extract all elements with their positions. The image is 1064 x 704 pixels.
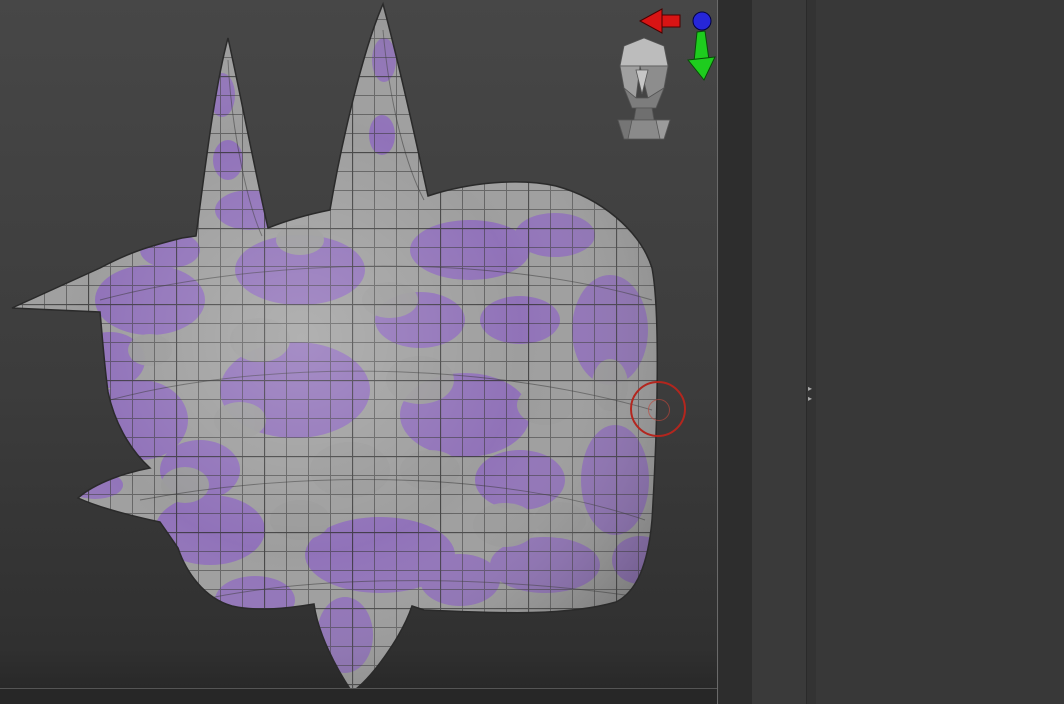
sculpt-mesh [11, 1, 659, 694]
zbrush-app: 子像素 滚动 Zoom2D 100% AC50% [0, 0, 1064, 704]
axis-z-dot [692, 11, 712, 31]
tray-divider[interactable]: ▸ ▸ [806, 0, 816, 704]
axis-y-arrow [687, 56, 716, 81]
right-tray: 子工具 子工具可见数量4 ▼ START 2 cube_NewUVs1 [816, 0, 1064, 704]
axis-x-arrow [661, 14, 681, 28]
brush-cursor [630, 381, 686, 437]
tray-chevron-icon: ▸ [808, 394, 813, 403]
tray-chevron-icon: ▸ [808, 384, 813, 393]
floor-grid-band [0, 689, 717, 704]
viewport-canvas[interactable] [0, 0, 718, 704]
canvas-margin [719, 0, 752, 704]
polyframe-head-icon [617, 37, 671, 140]
right-shelf: 子像素 滚动 Zoom2D 100% AC50% [752, 0, 806, 704]
